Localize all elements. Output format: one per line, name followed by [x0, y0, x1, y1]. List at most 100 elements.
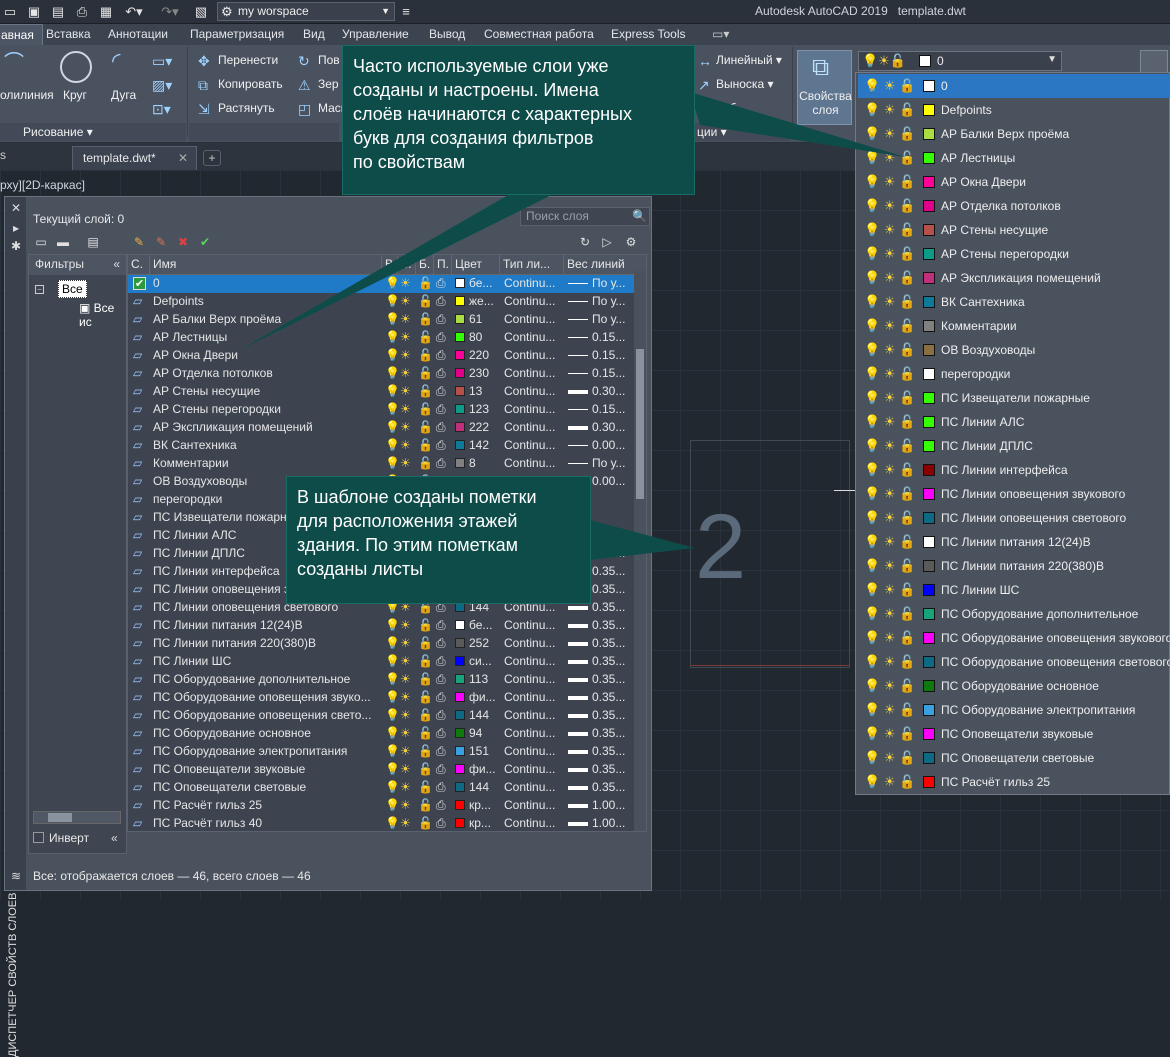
dropdown-layer-item[interactable]: 💡 ☀ 🔓 АР Лестницы: [858, 146, 1170, 170]
lock-icon[interactable]: 🔓: [418, 779, 432, 797]
layer-status-icon[interactable]: ▱: [133, 581, 149, 599]
layer-state-icons[interactable]: 💡 ☀ 🔓: [864, 246, 918, 261]
layer-color[interactable]: 142: [455, 437, 501, 455]
layer-row[interactable]: ▱ ПС Оповещатели звуковые 💡 ☀ 🔓 ⎙ фи... Continu…: [128, 761, 646, 779]
plot-printer-icon[interactable]: ⎙: [436, 365, 450, 383]
save-icon[interactable]: ▣: [26, 4, 42, 20]
plot-printer-icon[interactable]: ⎙: [436, 293, 450, 311]
redo-icon[interactable]: ↷▾: [158, 4, 182, 20]
layer-status-icon[interactable]: ▱: [133, 329, 149, 347]
layer-name[interactable]: ВК Сантехника: [153, 437, 381, 455]
layer-row[interactable]: ▱ АР Стены несущие 💡 ☀ 🔓 ⎙ 13 Continu... 0.30...: [128, 383, 646, 401]
layer-linetype[interactable]: Continu...: [504, 437, 564, 455]
layer-name[interactable]: ПС Оборудование оповещения звуко...: [153, 689, 381, 707]
freeze-sun-icon[interactable]: ☀: [400, 329, 414, 347]
layer-status-icon[interactable]: ▱: [133, 689, 149, 707]
dropdown-layer-item[interactable]: 💡 ☀ 🔓 ПС Линии ШС: [858, 578, 1170, 602]
lock-icon[interactable]: 🔓: [418, 815, 432, 831]
layer-status-icon[interactable]: ▱: [133, 815, 149, 831]
on-bulb-icon[interactable]: 💡: [385, 725, 399, 743]
dropdown-layer-item[interactable]: 💡 ☀ 🔓 ВК Сантехника: [858, 290, 1170, 314]
on-bulb-icon[interactable]: 💡: [385, 383, 399, 401]
layer-state-icons[interactable]: 💡 ☀ 🔓: [864, 126, 918, 141]
layer-row[interactable]: ▱ ПС Линии питания 12(24)В 💡 ☀ 🔓 ⎙ бе... Contin…: [128, 617, 646, 635]
draw-panel-label[interactable]: Рисование ▾: [23, 125, 93, 139]
tab-output[interactable]: Вывод: [429, 24, 465, 45]
freeze-sun-icon[interactable]: ☀: [400, 779, 414, 797]
freeze-sun-icon[interactable]: ☀: [400, 653, 414, 671]
layer-state-icons[interactable]: 💡 ☀ 🔓: [864, 198, 918, 213]
annotation-panel-label[interactable]: ции ▾: [697, 125, 727, 139]
layer-state-icons[interactable]: 💡 ☀ 🔓: [864, 390, 918, 405]
layer-row[interactable]: ▱ ПС Линии питания 220(380)В 💡 ☀ 🔓 ⎙ 252 Contin…: [128, 635, 646, 653]
refresh-icon[interactable]: ↻: [577, 235, 593, 249]
tab-view[interactable]: Вид: [303, 24, 325, 45]
layer-state-icons[interactable]: 💡 ☀ 🔓: [864, 294, 918, 309]
layer-linetype[interactable]: Continu...: [504, 617, 564, 635]
layer-status-icon[interactable]: ▱: [133, 509, 149, 527]
col-linetype[interactable]: Тип ли...: [500, 255, 564, 275]
layer-color[interactable]: 8: [455, 455, 501, 473]
layer-color[interactable]: 144: [455, 707, 501, 725]
dropdown-layer-item[interactable]: 💡 ☀ 🔓 ПС Оборудование оповещения звуковог…: [858, 626, 1170, 650]
print-icon[interactable]: ⎙: [74, 4, 90, 20]
dropdown-layer-item[interactable]: 💡 ☀ 🔓 ПС Оборудование основное: [858, 674, 1170, 698]
plot-printer-icon[interactable]: ⎙: [436, 347, 450, 365]
dropdown-layer-item[interactable]: 💡 ☀ 🔓 АР Стены несущие: [858, 218, 1170, 242]
leader-label[interactable]: Выноска ▾: [716, 77, 773, 91]
layer-row[interactable]: ▱ ПС Расчёт гильз 40 💡 ☀ 🔓 ⎙ кр... Continu... 1.…: [128, 815, 646, 831]
move-label[interactable]: Перенести: [218, 53, 278, 67]
freeze-sun-icon[interactable]: ☀: [400, 761, 414, 779]
on-bulb-icon[interactable]: 💡: [385, 617, 399, 635]
freeze-sun-icon[interactable]: ☀: [400, 455, 414, 473]
ribbon-minimize-icon[interactable]: ▭▾: [712, 24, 729, 45]
stretch-icon[interactable]: ⇲: [198, 101, 210, 117]
hatch-icon[interactable]: ▨▾: [152, 77, 172, 93]
layer-name[interactable]: ПС Оповещатели звуковые: [153, 761, 381, 779]
col-lock[interactable]: Б.: [416, 255, 434, 275]
lock-icon[interactable]: 🔓: [418, 617, 432, 635]
plot-printer-icon[interactable]: ⎙: [436, 383, 450, 401]
plot-printer-icon[interactable]: ⎙: [436, 635, 450, 653]
layer-linetype[interactable]: Continu...: [504, 725, 564, 743]
circle-icon[interactable]: [60, 51, 92, 83]
freeze-sun-icon[interactable]: ☀: [400, 311, 414, 329]
dropdown-layer-item[interactable]: 💡 ☀ 🔓 АР Стены перегородки: [858, 242, 1170, 266]
lock-icon[interactable]: 🔓: [418, 761, 432, 779]
customize-icon[interactable]: ≡: [398, 4, 414, 20]
freeze-sun-icon[interactable]: ☀: [400, 383, 414, 401]
layer-row[interactable]: ▱ ПС Линии ШС 💡 ☀ 🔓 ⎙ си... Continu... 0.35...: [128, 653, 646, 671]
prev-doc-tab[interactable]: s: [0, 148, 6, 162]
tab-express-tools[interactable]: Express Tools: [611, 24, 685, 45]
layer-name[interactable]: ПС Оборудование электропитания: [153, 743, 381, 761]
tab-collaborate[interactable]: Совместная работа: [484, 24, 594, 45]
dropdown-layer-item[interactable]: 💡 ☀ 🔓 АР Отделка потолков: [858, 194, 1170, 218]
autohide-icon[interactable]: ▸: [9, 221, 23, 235]
copy-icon[interactable]: ⧉: [198, 77, 208, 93]
open-icon[interactable]: ▭: [2, 4, 18, 20]
layer-linetype[interactable]: Continu...: [504, 671, 564, 689]
on-bulb-icon[interactable]: 💡: [385, 401, 399, 419]
on-bulb-icon[interactable]: 💡: [385, 671, 399, 689]
plot-printer-icon[interactable]: ⎙: [436, 797, 450, 815]
lock-icon[interactable]: 🔓: [418, 365, 432, 383]
plot-printer-icon[interactable]: ⎙: [436, 653, 450, 671]
freeze-sun-icon[interactable]: ☀: [400, 815, 414, 831]
invert-filter-checkbox[interactable]: Инверт «: [33, 831, 118, 845]
new-layer-icon[interactable]: ✎: [131, 235, 147, 249]
layer-linetype[interactable]: Continu...: [504, 815, 564, 831]
layer-linetype[interactable]: Continu...: [504, 653, 564, 671]
layer-linetype[interactable]: Continu...: [504, 365, 564, 383]
layer-name[interactable]: АР Балки Верх проёма: [153, 311, 381, 329]
dropdown-layer-item[interactable]: 💡 ☀ 🔓 ПС Оборудование электропитания: [858, 698, 1170, 722]
plot-printer-icon[interactable]: ⎙: [436, 329, 450, 347]
lock-icon[interactable]: 🔓: [418, 707, 432, 725]
freeze-sun-icon[interactable]: ☀: [400, 707, 414, 725]
collapse-icon[interactable]: «: [113, 255, 120, 274]
freeze-sun-icon[interactable]: ☀: [400, 797, 414, 815]
layer-name[interactable]: АР Стены перегородки: [153, 401, 381, 419]
linear-label[interactable]: Линейный ▾: [716, 53, 782, 67]
layer-state-icons[interactable]: 💡 ☀ 🔓: [864, 606, 918, 621]
freeze-sun-icon[interactable]: ☀: [400, 419, 414, 437]
layer-linetype[interactable]: Continu...: [504, 743, 564, 761]
